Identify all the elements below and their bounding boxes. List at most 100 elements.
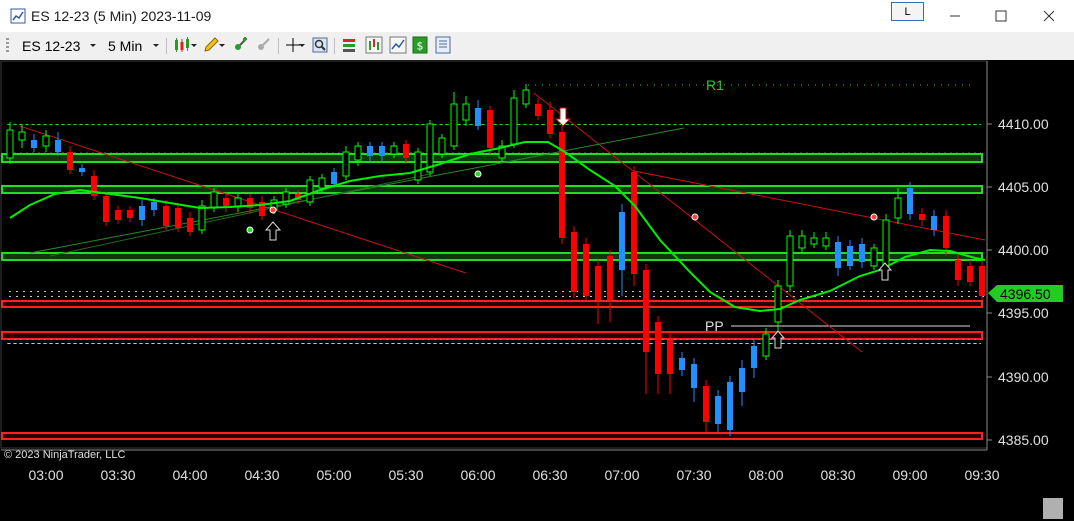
link-button[interactable]: L [891, 2, 924, 21]
title-bar: ES 12-23 (5 Min) 2023-11-09 L [0, 0, 1074, 32]
candle-body [510, 97, 518, 145]
remove-icon[interactable] [253, 35, 273, 55]
scrollbar-thumb[interactable] [1043, 498, 1063, 519]
candle-body [151, 202, 157, 210]
candle-body [175, 208, 181, 228]
chevron-down-icon[interactable] [190, 37, 198, 53]
candle-body [859, 244, 865, 262]
candle-body [703, 386, 709, 422]
candle-body [318, 177, 326, 189]
candle-body [487, 110, 493, 148]
candle-body [798, 235, 806, 249]
candle-body [354, 145, 362, 161]
candle-body [786, 235, 794, 287]
candle-body [390, 145, 398, 155]
candle-body [414, 151, 422, 181]
candle-body [751, 346, 757, 368]
red-zone-lower [1, 432, 983, 440]
time-label: 03:00 [28, 467, 63, 483]
candle-body [379, 146, 385, 156]
horizontal-scrollbar[interactable] [0, 498, 1074, 521]
candle-body [894, 197, 902, 219]
window-title: ES 12-23 (5 Min) 2023-11-09 [31, 8, 212, 24]
signal-dot [269, 206, 277, 214]
time-label: 07:00 [604, 467, 639, 483]
candle-body [727, 382, 733, 430]
toolbar-grip[interactable] [6, 38, 9, 54]
candle-body [943, 216, 949, 248]
zoom-icon[interactable] [310, 35, 330, 55]
candle-body [367, 146, 373, 156]
candle-body [403, 144, 409, 158]
plus-icon[interactable] [230, 35, 250, 55]
candle-body [127, 210, 133, 218]
candle-body [462, 103, 470, 121]
close-icon[interactable] [1035, 6, 1063, 26]
time-label: 06:00 [460, 467, 495, 483]
candle-body [607, 256, 613, 300]
candle-body [139, 206, 145, 220]
chevron-down-icon[interactable] [150, 37, 162, 53]
red-zone-upper [1, 300, 983, 308]
last-price-label: 4396.50 [1000, 286, 1051, 302]
candle-body [619, 212, 625, 270]
candle-body [810, 237, 818, 245]
candle-body [691, 364, 697, 388]
candle-body [223, 198, 229, 206]
candle-body [631, 172, 637, 274]
candle-body [438, 137, 446, 155]
candle-body [955, 260, 961, 280]
candle-body [595, 266, 601, 300]
green-zone-middle [1, 185, 983, 194]
strategies-icon[interactable] [388, 35, 408, 55]
candle-body [103, 196, 109, 222]
maximize-icon[interactable] [987, 6, 1015, 26]
candle-body [115, 210, 121, 220]
time-label: 09:00 [892, 467, 927, 483]
candle-body [306, 179, 314, 203]
candle-body [679, 358, 685, 370]
candle-body [571, 232, 577, 292]
candle-body [835, 242, 841, 268]
price-label: 4385.00 [998, 432, 1049, 448]
candle-body [198, 205, 206, 231]
white-dots-row [4, 291, 984, 297]
candle-body [774, 285, 782, 323]
time-label: 08:30 [820, 467, 855, 483]
copyright-label: © 2023 NinjaTrader, LLC [4, 449, 125, 461]
candle-body [979, 266, 985, 296]
chevron-down-icon[interactable] [218, 37, 226, 53]
chart-toolbar: ES 12-23 5 Min $ [0, 32, 1074, 60]
candle-body [667, 340, 673, 374]
time-label: 08:00 [748, 467, 783, 483]
candle-body [822, 237, 830, 247]
candle-body [583, 244, 589, 296]
time-label: 04:00 [172, 467, 207, 483]
candle-body [931, 216, 937, 230]
candle-body [535, 104, 541, 116]
price-chart[interactable]: R1 PP 4410.00 4405.00 4400.00 4395.00 43… [0, 60, 1074, 521]
dollar-icon[interactable]: $ [410, 35, 430, 55]
properties-icon[interactable] [433, 35, 453, 55]
candle-body [475, 108, 481, 126]
candle-body [342, 151, 350, 177]
templates-icon[interactable] [340, 35, 360, 55]
chevron-down-icon[interactable] [87, 37, 99, 53]
bars-type-icon[interactable] [172, 35, 192, 55]
chart-panel[interactable]: R1 PP 4410.00 4405.00 4400.00 4395.00 43… [0, 60, 1074, 521]
price-label: 4390.00 [998, 369, 1049, 385]
interval-selector[interactable]: 5 Min [108, 38, 142, 54]
candle-body [79, 168, 85, 172]
candle-body [739, 368, 745, 392]
indicators-icon[interactable] [364, 35, 384, 55]
minimize-icon[interactable] [941, 6, 969, 26]
time-label: 05:30 [388, 467, 423, 483]
instrument-selector[interactable]: ES 12-23 [22, 38, 80, 54]
candle-body [907, 188, 913, 214]
chevron-down-icon[interactable] [298, 37, 306, 53]
candle-body [655, 322, 661, 374]
price-label: 4395.00 [998, 305, 1049, 321]
candle-body [762, 333, 770, 357]
candle-body [187, 218, 193, 232]
candle-body [522, 89, 530, 105]
